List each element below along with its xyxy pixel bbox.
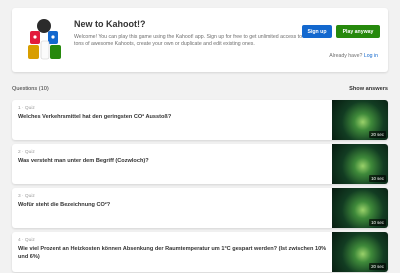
question-text: Wofür steht die Bezeichnung CO²? — [18, 202, 111, 208]
log-in-link[interactable]: Log in — [364, 53, 378, 59]
sign-up-button[interactable]: Sign up — [302, 25, 332, 38]
promo-description: Welcome! You can play this game using th… — [74, 34, 303, 48]
question-text: Was versteht man unter dem Begriff (Cozw… — [18, 158, 149, 164]
question-type-label: 2 · Quiz — [18, 150, 35, 155]
question-type-label: 4 · Quiz — [18, 238, 35, 243]
question-card[interactable]: 2 · Quiz Was versteht man unter dem Begr… — [12, 144, 388, 184]
question-text: Wie viel Prozent an Heizkosten können Ab… — [18, 246, 327, 260]
question-thumbnail: 10 sec — [332, 144, 388, 184]
question-thumbnail: 10 sec — [332, 188, 388, 228]
promo-title: New to Kahoot!? — [74, 19, 146, 29]
questions-count: Questions (10) — [12, 86, 49, 92]
login-prompt: Already have? Log in — [329, 53, 378, 59]
question-thumbnail: 20 sec — [332, 232, 388, 272]
question-thumbnail: 20 sec — [332, 100, 388, 140]
question-type-label: 3 · Quiz — [18, 194, 35, 199]
promo-banner: New to Kahoot!? Welcome! You can play th… — [12, 8, 388, 72]
question-card[interactable]: 4 · Quiz Wie viel Prozent an Heizkosten … — [12, 232, 388, 272]
time-badge: 20 sec — [369, 131, 386, 138]
login-prefix: Already have? — [329, 53, 364, 59]
time-badge: 20 sec — [369, 263, 386, 270]
play-anyway-button[interactable]: Play anyway — [336, 25, 380, 38]
time-badge: 10 sec — [369, 219, 386, 226]
time-badge: 10 sec — [369, 175, 386, 182]
question-type-label: 1 · Quiz — [18, 106, 35, 111]
kahoot-mascots-icon — [28, 19, 61, 60]
show-answers-button[interactable]: Show answers — [349, 86, 388, 92]
questions-header: Questions (10) Show answers — [12, 86, 388, 92]
question-text: Welches Verkehrsmittel hat den geringste… — [18, 114, 172, 120]
question-card[interactable]: 3 · Quiz Wofür steht die Bezeichnung CO²… — [12, 188, 388, 228]
question-card[interactable]: 1 · Quiz Welches Verkehrsmittel hat den … — [12, 100, 388, 140]
